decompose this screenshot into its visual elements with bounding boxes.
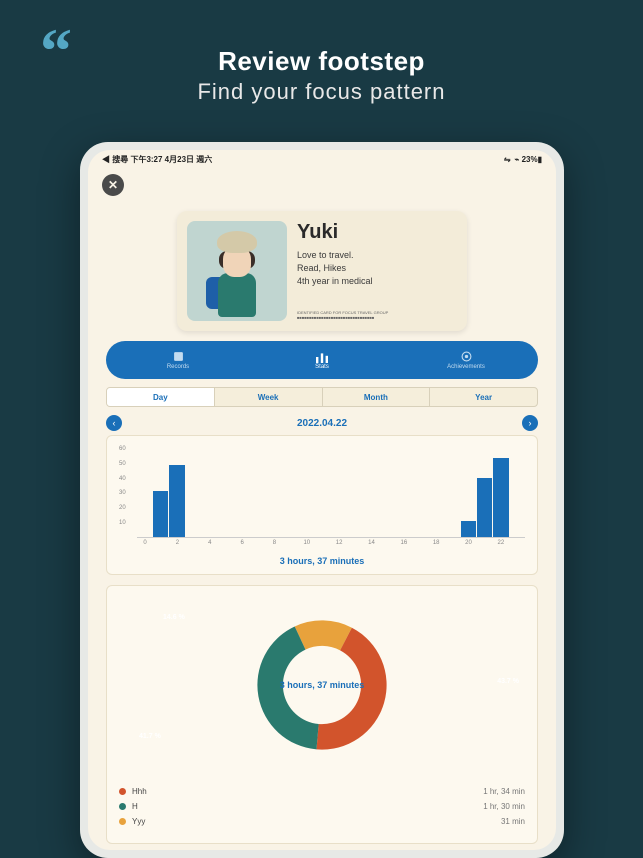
tab-achievements[interactable]: Achievements	[394, 341, 538, 379]
battery-indicator: ⌁ 23%▮	[515, 155, 542, 164]
bar-hour-21	[477, 478, 492, 537]
tablet-frame: ◀ 搜尋 下午3:27 4月23日 週六 ⇋ ⌁ 23%▮ ✕ Yuki Lov…	[80, 142, 564, 858]
period-selector: Day Week Month Year	[106, 387, 538, 407]
tab-label: Records	[167, 364, 189, 370]
period-year[interactable]: Year	[430, 388, 537, 406]
period-day[interactable]: Day	[107, 388, 215, 406]
bar-chart-card: 102030405060 0246810121416182022 3 hours…	[106, 435, 538, 575]
chevron-right-icon: ›	[529, 418, 532, 428]
status-left: ◀ 搜尋 下午3:27 4月23日 週六	[102, 154, 212, 165]
status-right: ⇋ ⌁ 23%▮	[504, 155, 542, 164]
legend-row: Hhh 1 hr, 34 min	[119, 784, 525, 799]
donut-pct-red: 43.7 %	[497, 678, 519, 685]
profile-info: Yuki Love to travel. Read, Hikes 4th yea…	[297, 221, 457, 321]
quote-decoration: “	[40, 35, 72, 67]
profile-bio-3: 4th year in medical	[297, 276, 457, 286]
bars-area	[137, 458, 525, 538]
avatar	[187, 221, 287, 321]
x-axis: 0246810121416182022	[119, 540, 525, 546]
period-month[interactable]: Month	[323, 388, 431, 406]
wifi-icon: ⇋	[504, 155, 511, 164]
status-bar: ◀ 搜尋 下午3:27 4月23日 週六 ⇋ ⌁ 23%▮	[88, 150, 556, 169]
donut-legend: Hhh 1 hr, 34 min H 1 hr, 30 min Yyy 31 min	[119, 784, 525, 829]
bar-hour-1	[153, 491, 168, 537]
profile-id-card-text: IDENTIFIED CARD FOR FOCUS TRAVEL GROUP ■…	[297, 311, 457, 321]
donut-wrap: 3 hours, 37 minutes 14.6 % 43.7 % 41.7 %	[119, 600, 525, 770]
date-navigator: ‹ 2022.04.22 ›	[106, 415, 538, 431]
legend-row: H 1 hr, 30 min	[119, 799, 525, 814]
close-button[interactable]: ✕	[102, 174, 124, 196]
next-date-button[interactable]: ›	[522, 415, 538, 431]
donut-chart-card: 3 hours, 37 minutes 14.6 % 43.7 % 41.7 %…	[106, 585, 538, 844]
screen: ◀ 搜尋 下午3:27 4月23日 週六 ⇋ ⌁ 23%▮ ✕ Yuki Lov…	[88, 150, 556, 850]
tab-label: Achievements	[447, 364, 485, 370]
profile-card[interactable]: Yuki Love to travel. Read, Hikes 4th yea…	[177, 211, 467, 331]
profile-name: Yuki	[297, 221, 457, 244]
legend-dot	[119, 818, 126, 825]
stats-icon	[316, 351, 328, 363]
donut-pct-teal: 41.7 %	[139, 733, 161, 740]
period-week[interactable]: Week	[215, 388, 323, 406]
promo-subtitle: Find your focus pattern	[0, 79, 643, 105]
bar-hour-2	[169, 465, 184, 537]
legend-name: Hhh	[132, 787, 147, 796]
legend-dot	[119, 788, 126, 795]
close-icon: ✕	[108, 178, 118, 192]
legend-name: Yyy	[132, 817, 145, 826]
tab-records[interactable]: Records	[106, 341, 250, 379]
records-icon	[172, 351, 184, 363]
tab-label: Stats	[315, 364, 329, 370]
tab-stats[interactable]: Stats	[250, 341, 394, 379]
chevron-left-icon: ‹	[113, 418, 116, 428]
bar-chart-total: 3 hours, 37 minutes	[119, 556, 525, 566]
donut-pct-orange: 14.6 %	[163, 614, 185, 621]
profile-bio-1: Love to travel.	[297, 250, 457, 260]
bar-hour-20	[461, 521, 476, 537]
achievements-icon	[460, 351, 472, 363]
donut-center-label: 3 hours, 37 minutes	[280, 680, 365, 690]
current-date: 2022.04.22	[297, 418, 347, 429]
legend-row: Yyy 31 min	[119, 814, 525, 829]
legend-time: 1 hr, 30 min	[483, 802, 525, 811]
legend-name: H	[132, 802, 138, 811]
prev-date-button[interactable]: ‹	[106, 415, 122, 431]
hourly-bar-chart: 102030405060	[119, 446, 525, 538]
y-axis: 102030405060	[119, 446, 126, 526]
profile-bio-2: Read, Hikes	[297, 263, 457, 273]
promo-title: Review footstep	[0, 0, 643, 77]
bar-hour-22	[493, 458, 508, 537]
legend-time: 31 min	[501, 817, 525, 826]
legend-time: 1 hr, 34 min	[483, 787, 525, 796]
legend-dot	[119, 803, 126, 810]
section-tabs: Records Stats Achievements	[106, 341, 538, 379]
